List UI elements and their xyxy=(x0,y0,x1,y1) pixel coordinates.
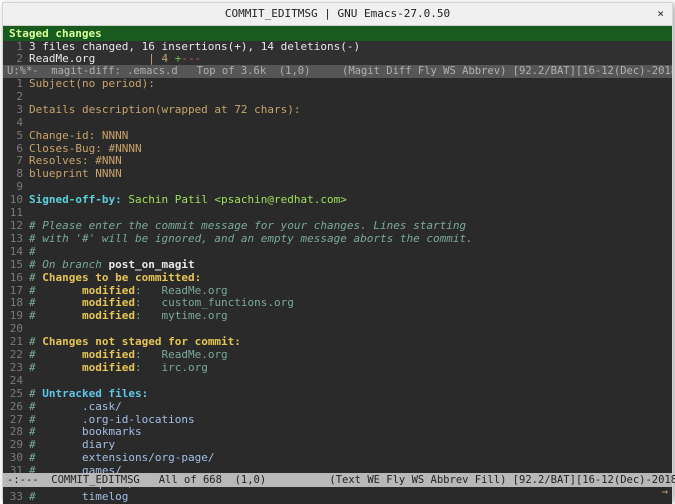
closes-bug: Closes-Bug: #NNNN xyxy=(29,142,142,155)
file: : ReadMe.org xyxy=(135,348,228,361)
comment: # xyxy=(29,245,36,258)
untracked-file: timelog xyxy=(82,490,128,503)
blueprint: blueprint NNNN xyxy=(29,167,122,180)
resolves: Resolves: #NNN xyxy=(29,154,122,167)
untracked-file: bookmarks xyxy=(82,425,142,438)
untracked-file: diary xyxy=(82,438,115,451)
close-icon[interactable]: × xyxy=(657,3,664,25)
modified-label: modified xyxy=(82,361,135,374)
staged-header: Staged changes xyxy=(3,26,672,41)
file: : irc.org xyxy=(135,361,208,374)
file: : mytime.org xyxy=(135,309,228,322)
staged-file: ReadMe.org xyxy=(29,52,95,65)
signed-off-label: Signed-off-by: xyxy=(29,193,122,206)
file: : custom_functions.org xyxy=(135,296,294,309)
file: : ReadMe.org xyxy=(135,284,228,297)
modified-label: modified xyxy=(82,348,135,361)
subject-line: Subject(no period): xyxy=(29,77,155,90)
staged-file-row: 2ReadMe.org | 4 +--- xyxy=(3,53,672,65)
titlebar-text: COMMIT_EDITMSG | GNU Emacs-27.0.50 xyxy=(225,7,450,20)
commit-editor[interactable]: 1Subject(no period): 2 3Details descript… xyxy=(3,78,672,504)
minus-icon: --- xyxy=(181,52,201,65)
untracked-header: Untracked files: xyxy=(42,387,148,400)
modified-label: modified xyxy=(82,296,135,309)
staged-bar: | 4 xyxy=(148,52,175,65)
details-line: Details description(wrapped at 72 chars)… xyxy=(29,103,301,116)
comment: # with '#' will be ignored, and an empty… xyxy=(29,232,473,245)
emacs-window: COMMIT_EDITMSG | GNU Emacs-27.0.50 × Sta… xyxy=(2,2,673,500)
untracked-file: .cask/ xyxy=(82,400,122,413)
comment: # Please enter the commit message for yo… xyxy=(29,219,466,232)
line-number: 2 xyxy=(3,53,23,65)
minibuffer[interactable]: → xyxy=(661,485,668,498)
modified-label: modified xyxy=(82,309,135,322)
changes-committed-header: Changes to be committed: xyxy=(42,271,201,284)
modeline-active: -:--- COMMIT_EDITMSG All of 668 (1,0) (T… xyxy=(3,473,672,487)
change-id: Change-id: NNNN xyxy=(29,129,128,142)
modified-label: modified xyxy=(82,284,135,297)
untracked-file: .org-id-locations xyxy=(82,413,195,426)
branch-name: post_on_magit xyxy=(102,258,195,271)
titlebar: COMMIT_EDITMSG | GNU Emacs-27.0.50 × xyxy=(3,3,672,26)
magit-diff-pane: Staged changes 13 files changed, 16 inse… xyxy=(3,26,672,65)
untracked-file: extensions/org-page/ xyxy=(82,451,214,464)
on-branch: On branch xyxy=(42,258,102,271)
changes-unstaged-header: Changes not staged for commit: xyxy=(42,335,241,348)
signed-off-value: Sachin Patil <psachin@redhat.com> xyxy=(122,193,347,206)
